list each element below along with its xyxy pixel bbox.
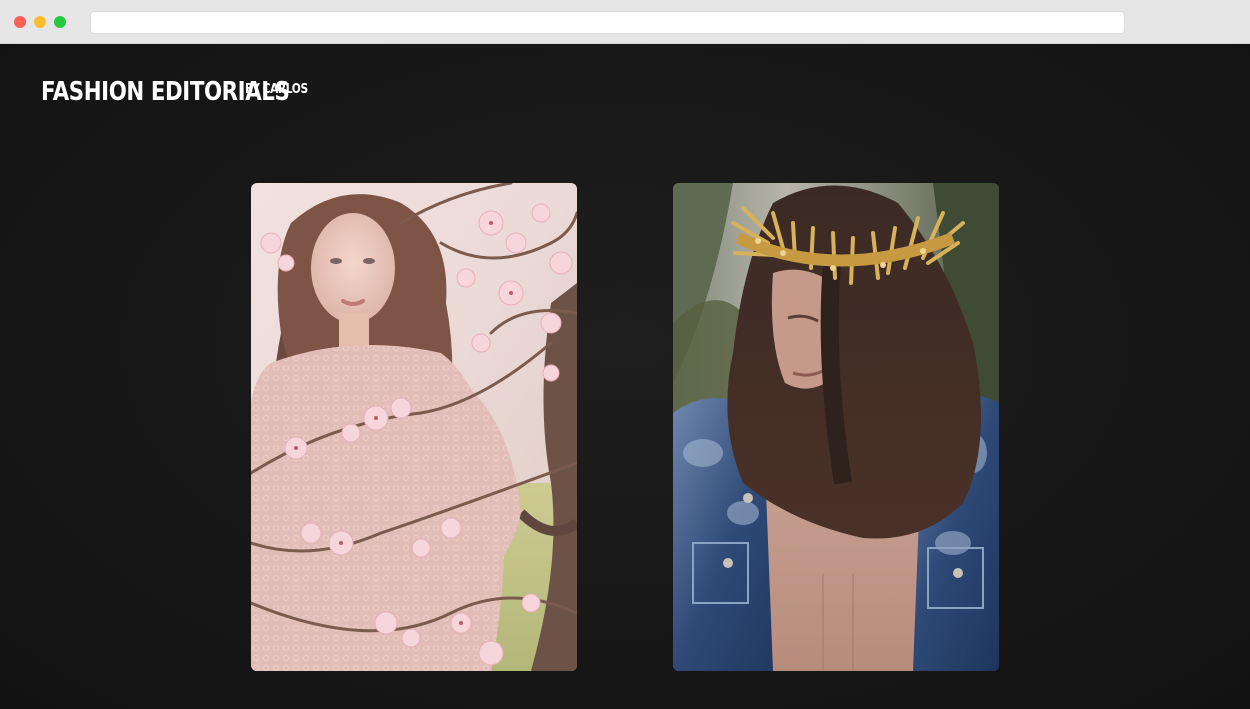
- gallery-item-crown-portrait[interactable]: [673, 183, 999, 671]
- editorial-gallery: [0, 44, 1250, 709]
- browser-toolbar: [0, 0, 1250, 44]
- close-window-button[interactable]: [14, 16, 26, 28]
- maximize-window-button[interactable]: [54, 16, 66, 28]
- gallery-item-blossom-portrait[interactable]: [251, 183, 577, 671]
- minimize-window-button[interactable]: [34, 16, 46, 28]
- crown-portrait-image: [673, 183, 999, 671]
- browser-window: Fashion Editorials by Carlos: [0, 0, 1250, 709]
- page-content: Fashion Editorials by Carlos: [0, 44, 1250, 709]
- address-bar[interactable]: [90, 11, 1125, 34]
- blossom-portrait-image: [251, 183, 577, 671]
